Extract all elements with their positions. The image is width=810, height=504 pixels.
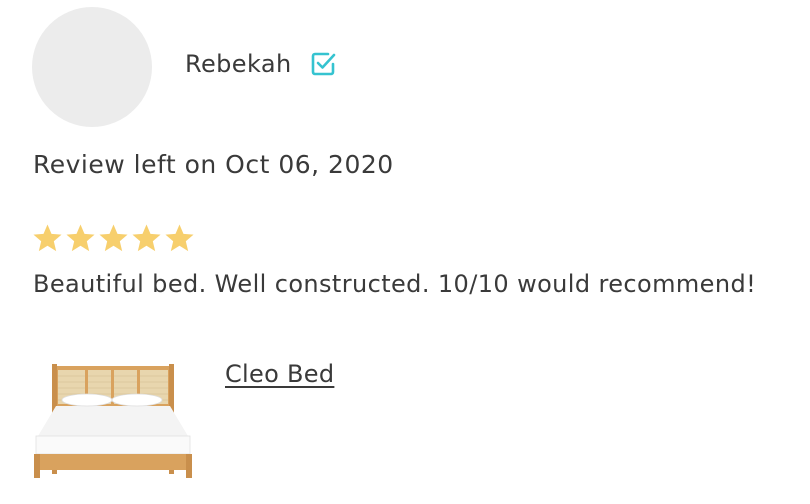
star-icon (99, 224, 128, 252)
verified-check-icon (310, 51, 336, 77)
star-icon (165, 224, 194, 252)
avatar (32, 7, 152, 127)
reviewer-header: Rebekah (185, 50, 336, 78)
star-icon (33, 224, 62, 252)
star-icon (66, 224, 95, 252)
review-date: Review left on Oct 06, 2020 (33, 150, 394, 179)
reviewer-name: Rebekah (185, 50, 292, 78)
bed-product-image[interactable] (30, 362, 196, 480)
star-rating (31, 222, 196, 255)
review-body: Beautiful bed. Well constructed. 10/10 w… (33, 270, 757, 298)
star-icon (132, 224, 161, 252)
product-link[interactable]: Cleo Bed (225, 360, 334, 388)
